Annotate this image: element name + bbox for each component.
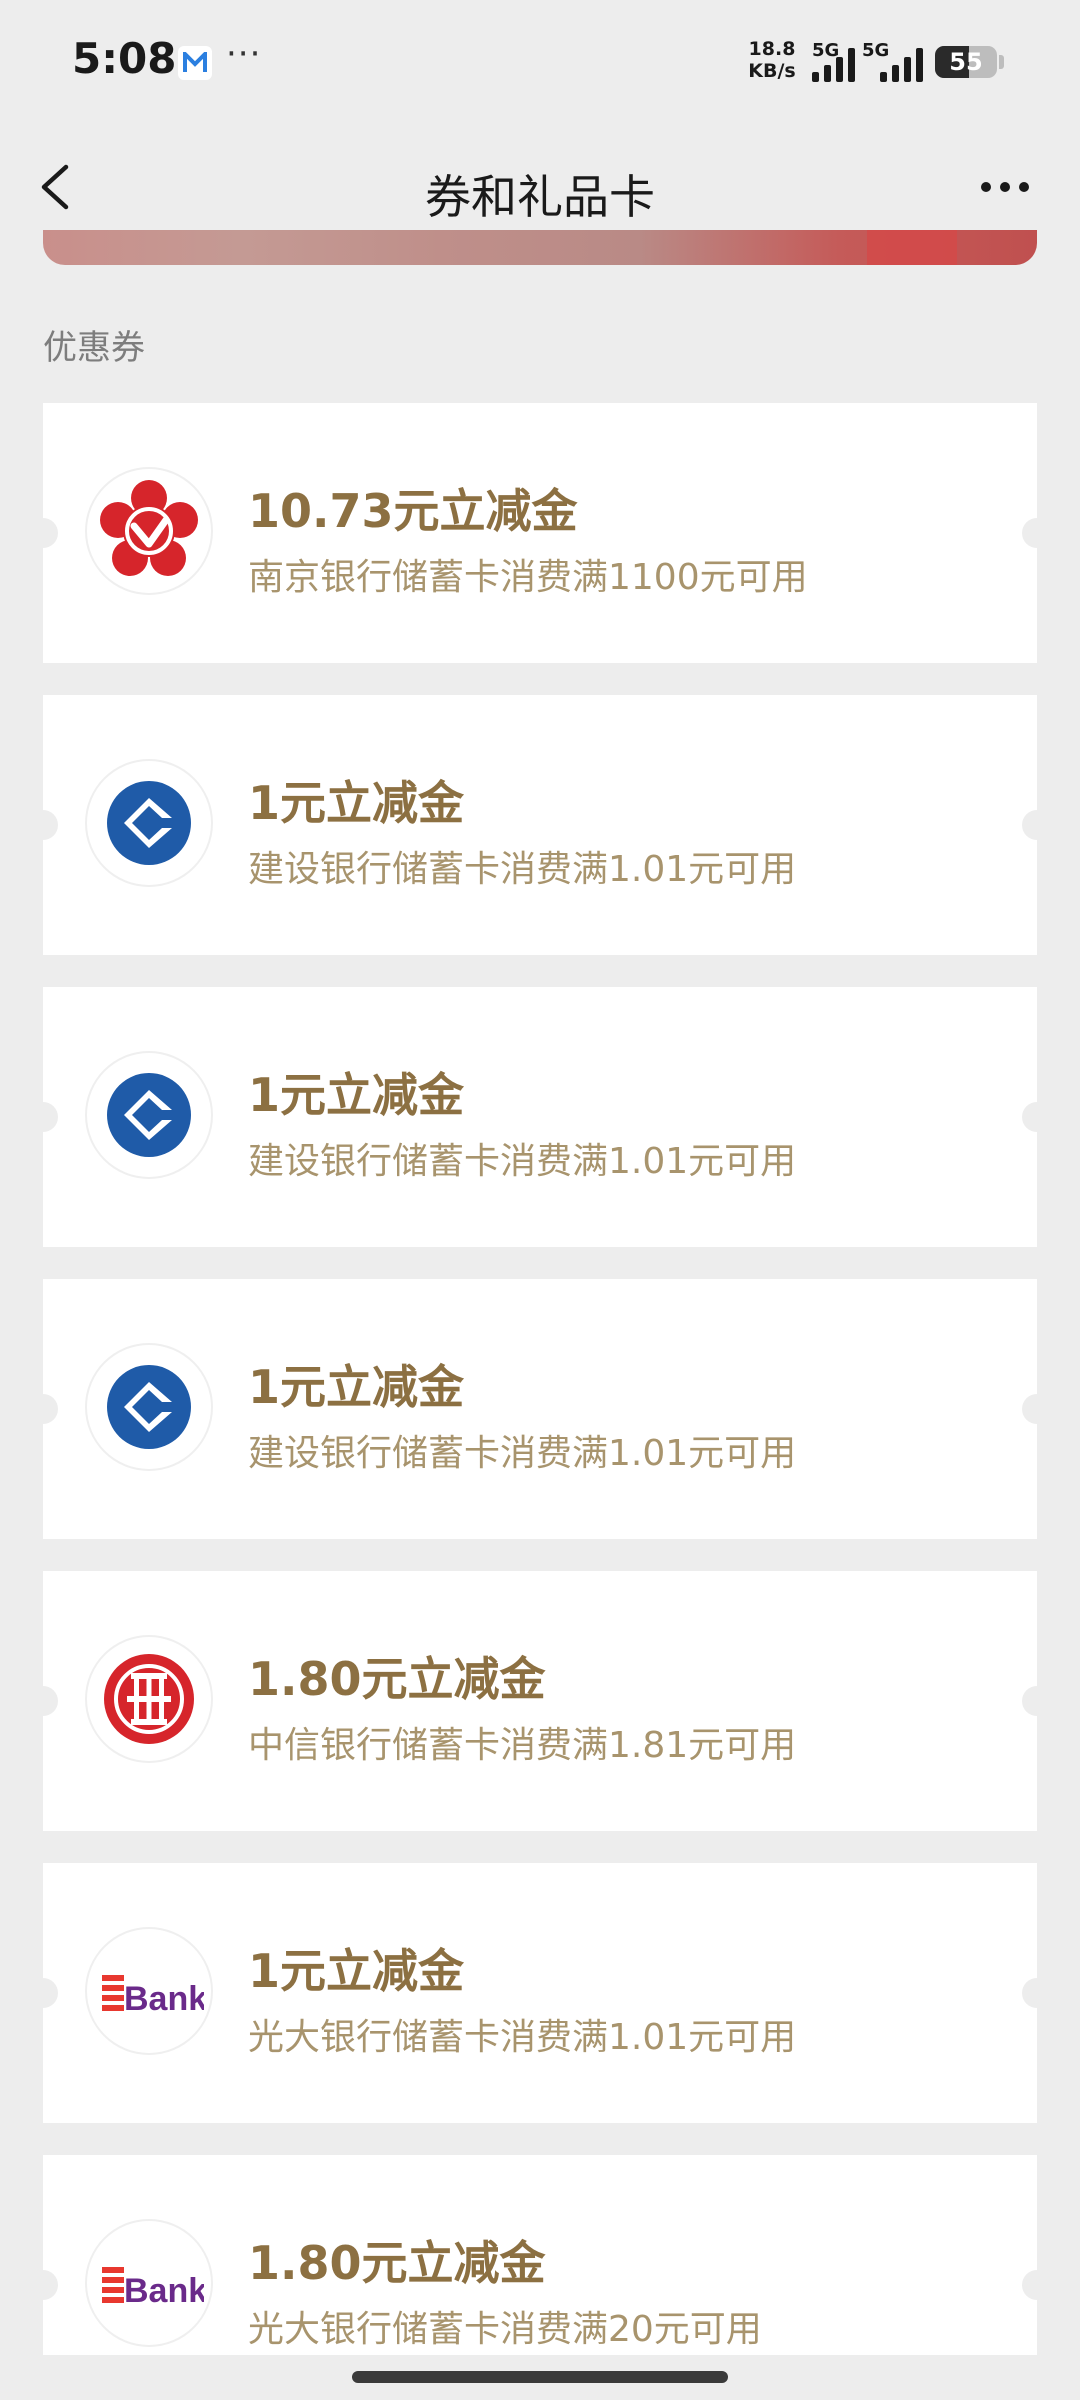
coupon-title: 1元立减金 [248,1360,465,1414]
bank-logo-text: Bank [124,1980,204,2018]
network-speed: 18.8 KB/s [740,38,804,82]
home-indicator[interactable] [352,2371,728,2383]
coupon-card[interactable]: 1元立减金 建设银行储蓄卡消费满1.01元可用 [28,987,1052,1247]
coupon-condition: 建设银行储蓄卡消费满1.01元可用 [248,849,797,890]
coupon-condition: 光大银行储蓄卡消费满20元可用 [248,2309,762,2350]
more-notifications-icon: ··· [226,34,262,74]
coupon-title: 10.73元立减金 [248,484,578,538]
network-speed-value: 18.8 [748,38,796,60]
coupon-title: 1元立减金 [248,776,465,830]
coupon-condition: 建设银行储蓄卡消费满1.01元可用 [248,1141,797,1182]
more-dot-icon [981,182,991,192]
network-speed-unit: KB/s [748,60,796,82]
banner-decoration [867,230,957,265]
more-dot-icon [1019,182,1029,192]
section-label-coupons: 优惠券 [43,328,145,368]
ccb-bank-icon [87,1345,211,1469]
coupon-title: 1.80元立减金 [248,1652,546,1706]
ticket-notch [28,1686,58,1716]
ticket-notch [1022,810,1052,840]
coupon-card[interactable]: Bank 1元立减金 光大银行储蓄卡消费满1.01元可用 [28,1863,1052,2123]
ticket-notch [1022,1394,1052,1424]
ticket-notch [1022,1686,1052,1716]
app-notification-icon [178,46,212,80]
nanjing-bank-icon [87,469,211,593]
page-title: 券和礼品卡 [425,170,655,224]
ticket-notch [1022,1102,1052,1132]
ccb-bank-icon [87,1053,211,1177]
gift-card-banner[interactable] [43,230,1037,265]
ticket-notch [28,2270,58,2300]
status-time: 5:08 [72,34,177,83]
coupon-condition: 中信银行储蓄卡消费满1.81元可用 [248,1725,797,1766]
ceb-bank-icon: Bank [87,2221,211,2345]
coupon-title: 1元立减金 [248,1944,465,1998]
coupon-title: 1元立减金 [248,1068,465,1122]
coupon-title: 1.80元立减金 [248,2236,546,2290]
coupon-condition: 光大银行储蓄卡消费满1.01元可用 [248,2017,797,2058]
ticket-notch [28,518,58,548]
bank-logo-text: Bank [124,2272,204,2310]
ceb-bank-icon: Bank [87,1929,211,2053]
coupon-condition: 南京银行储蓄卡消费满1100元可用 [248,557,808,598]
more-dot-icon [1000,182,1010,192]
ticket-notch [1022,518,1052,548]
more-options-button[interactable] [970,155,1040,219]
coupon-card[interactable]: 10.73元立减金 南京银行储蓄卡消费满1100元可用 [28,403,1052,663]
battery-level: 55 [949,48,983,76]
ticket-notch [28,1102,58,1132]
coupon-card[interactable]: 1元立减金 建设银行储蓄卡消费满1.01元可用 [28,1279,1052,1539]
citic-bank-icon [87,1637,211,1761]
ticket-notch [1022,1978,1052,2008]
coupon-condition: 建设银行储蓄卡消费满1.01元可用 [248,1433,797,1474]
battery-tip [999,55,1004,69]
coupon-card[interactable]: Bank 1.80元立减金 光大银行储蓄卡消费满20元可用 [28,2155,1052,2355]
ccb-bank-icon [87,761,211,885]
battery-icon: 55 [935,46,997,78]
ticket-notch [28,1978,58,2008]
ticket-notch [28,810,58,840]
status-bar: 5:08 ··· 18.8 KB/s 5G 5G 55 [0,0,1080,125]
ticket-notch [28,1394,58,1424]
coupon-card[interactable]: 1元立减金 建设银行储蓄卡消费满1.01元可用 [28,695,1052,955]
coupon-card[interactable]: 1.80元立减金 中信银行储蓄卡消费满1.81元可用 [28,1571,1052,1831]
ticket-notch [1022,2270,1052,2300]
